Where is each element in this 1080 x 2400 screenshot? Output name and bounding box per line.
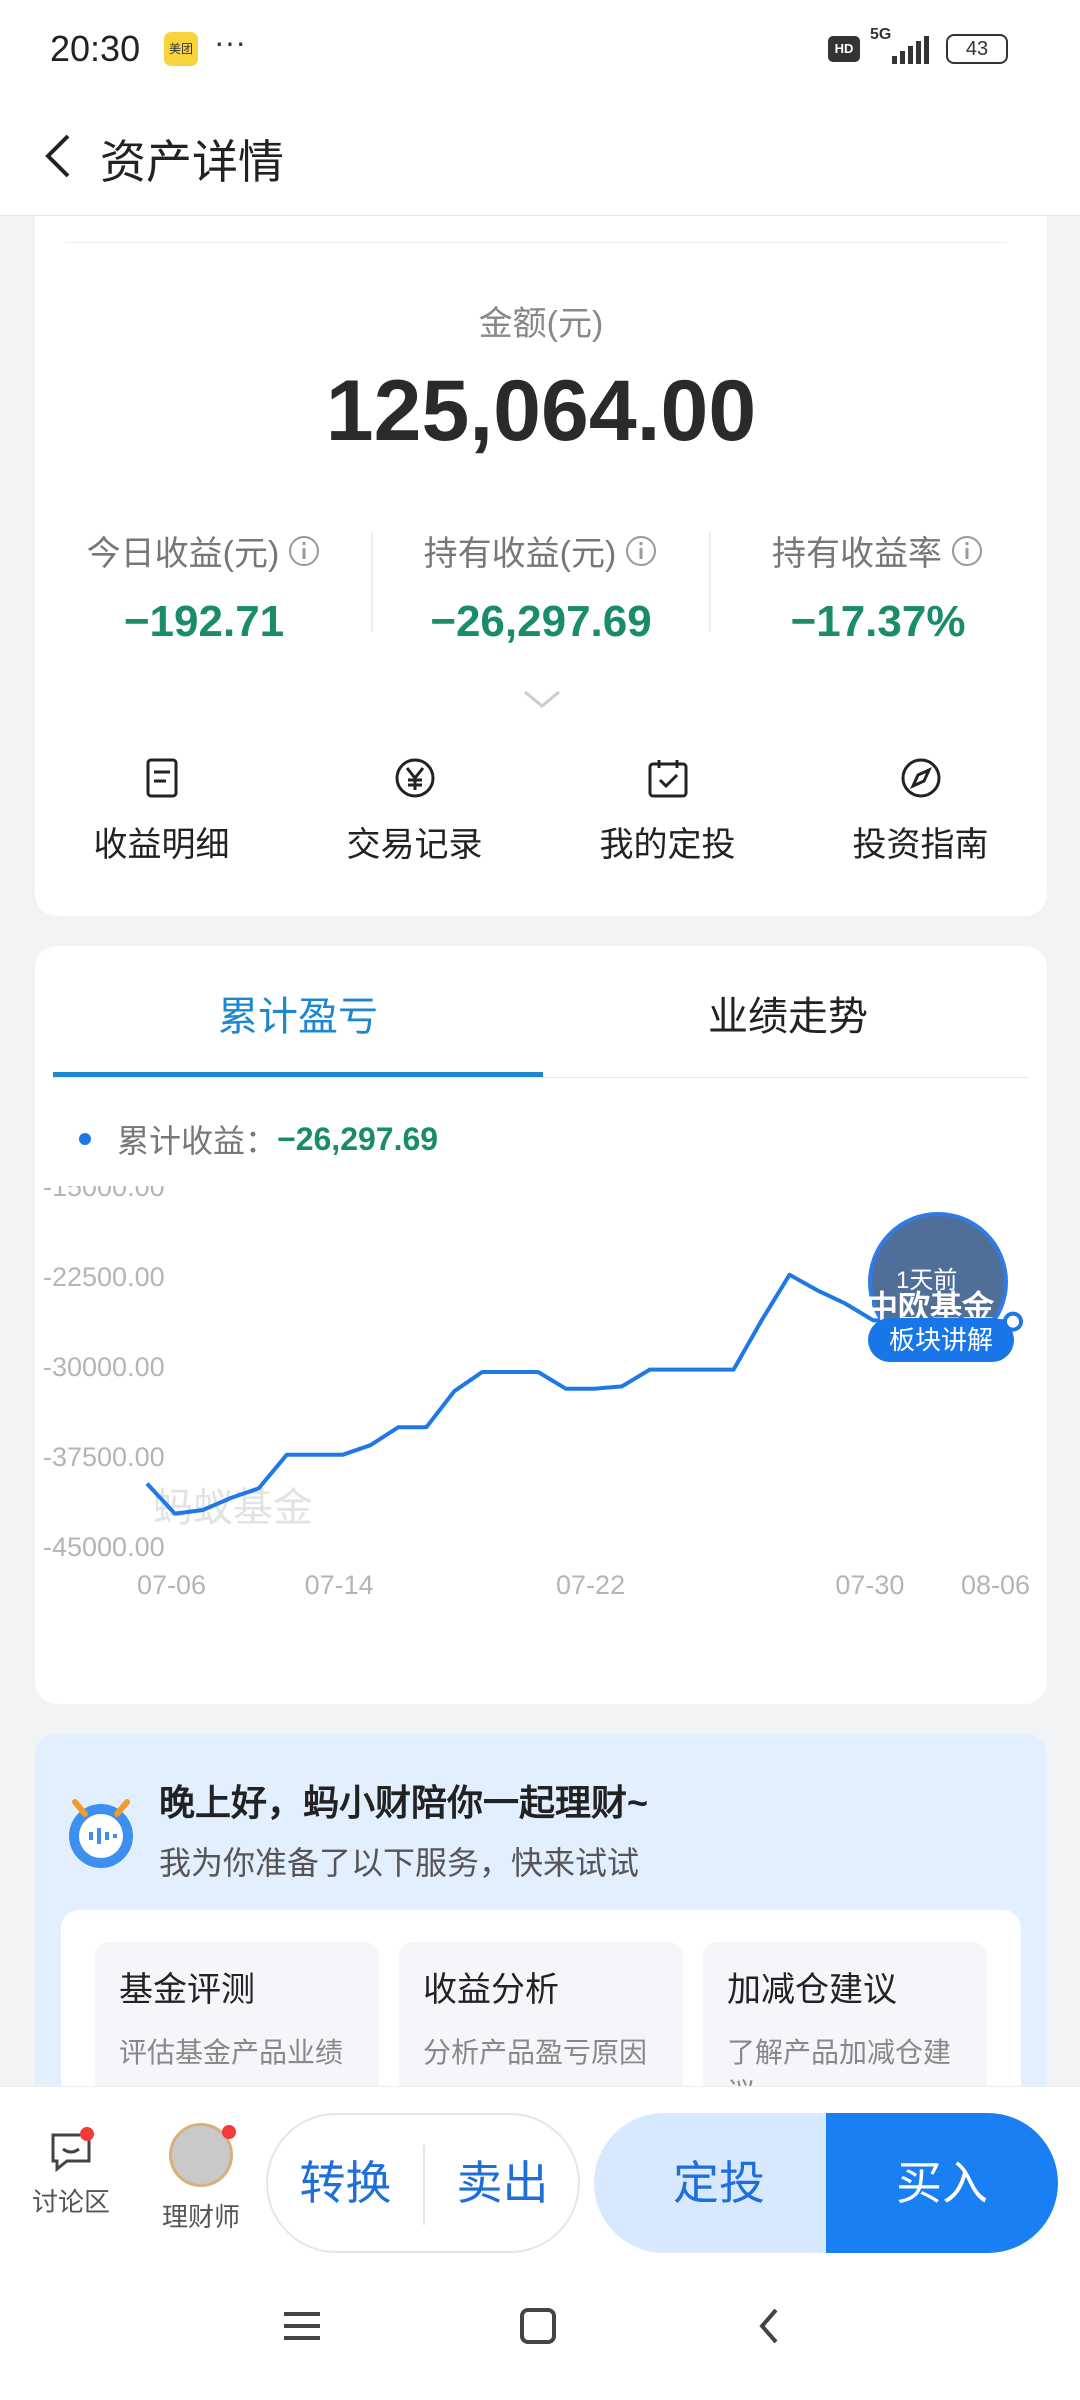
document-icon	[146, 758, 177, 798]
service-title: 基金评测	[119, 1971, 255, 2009]
signal-icon	[892, 36, 929, 64]
hd-icon: HD	[828, 36, 860, 62]
quick-action-profit-detail[interactable]: 收益明细	[35, 756, 288, 866]
divider	[65, 242, 1007, 243]
battery-icon: 43	[946, 34, 1008, 64]
meituan-notification-icon: 美团	[164, 32, 198, 66]
quick-action-label: 收益明细	[93, 826, 230, 864]
auto-invest-button[interactable]: 定投	[594, 2113, 844, 2253]
notification-dot	[222, 2125, 236, 2139]
sell-button[interactable]: 卖出	[425, 2115, 580, 2251]
assistant-bot-icon[interactable]	[61, 1792, 141, 1872]
legend-value: −26,297.69	[277, 1120, 439, 1157]
sector-explain-badge[interactable]: 1天前 中欧基金 板块讲解	[826, 1204, 1016, 1384]
info-icon[interactable]	[287, 534, 321, 568]
amount-value: 125,064.00	[325, 363, 757, 459]
y-tick-label: -37500.00	[43, 1442, 165, 1472]
x-tick-label: 08-06	[961, 1570, 1030, 1600]
quick-action-label: 我的定投	[599, 826, 736, 864]
yen-icon	[395, 758, 434, 798]
quick-action-label: 投资指南	[852, 826, 989, 864]
advisor-label: 理财师	[161, 2202, 240, 2232]
service-title: 加减仓建议	[727, 1971, 897, 2009]
assistant-greeting: 晚上好，蚂小财陪你一起理财~	[159, 1782, 649, 1823]
advisor-button[interactable]: 理财师	[146, 2123, 256, 2234]
stat-today-profit[interactable]: 今日收益(元) −192.71	[35, 526, 373, 647]
stat-label: 今日收益(元)	[86, 535, 280, 573]
stat-value: −192.71	[123, 597, 285, 646]
service-desc: 评估基金产品业绩	[119, 2037, 344, 2068]
y-tick-label: -15000.00	[43, 1186, 165, 1202]
tab-performance-trend[interactable]: 业绩走势	[543, 984, 1033, 1042]
quick-action-invest-guide[interactable]: 投资指南	[794, 756, 1047, 866]
back-icon[interactable]	[746, 2302, 794, 2350]
status-time: 20:30	[50, 28, 141, 69]
assistant-card: 晚上好，蚂小财陪你一起理财~ 我为你准备了以下服务，快来试试 基金评测 评估基金…	[35, 1734, 1047, 2134]
discussion-button[interactable]: 讨论区	[16, 2127, 126, 2219]
stat-value: −26,297.69	[430, 597, 652, 646]
tab-divider	[53, 1077, 1029, 1078]
status-bar: 20:30 美团 ··· HD 5G 43	[0, 0, 1080, 96]
notification-dot	[80, 2127, 94, 2141]
convert-button[interactable]: 转换	[268, 2115, 423, 2251]
quick-action-label: 交易记录	[346, 826, 483, 864]
info-icon[interactable]	[624, 534, 658, 568]
x-tick-label: 07-30	[835, 1570, 904, 1600]
stat-label: 持有收益率	[772, 535, 942, 573]
stat-holding-rate[interactable]: 持有收益率 −17.37%	[709, 526, 1047, 647]
chevron-down-icon[interactable]	[521, 688, 563, 712]
nav-bar: 资产详情	[0, 96, 1080, 216]
system-nav-bar	[0, 2256, 1080, 2400]
tab-cumulative-profit[interactable]: 累计盈亏	[53, 984, 543, 1042]
legend-dot	[79, 1133, 91, 1145]
compass-icon	[901, 758, 940, 798]
quick-action-trade-record[interactable]: 交易记录	[288, 756, 541, 866]
calendar-check-icon	[648, 760, 687, 798]
stat-value: −17.37%	[790, 597, 966, 646]
x-tick-label: 07-06	[137, 1570, 206, 1600]
legend-label: 累计收益：	[117, 1123, 278, 1159]
service-desc: 分析产品盈亏原因	[423, 2037, 648, 2068]
y-tick-label: -45000.00	[43, 1532, 165, 1562]
x-tick-label: 07-22	[556, 1570, 625, 1600]
more-notifications-icon: ···	[214, 24, 246, 60]
y-tick-label: -22500.00	[43, 1262, 165, 1292]
x-tick-label: 07-14	[305, 1570, 374, 1600]
network-type: 5G	[870, 26, 892, 43]
amount-label: 金额(元)	[478, 305, 604, 343]
stat-label: 持有收益(元)	[423, 535, 617, 573]
buy-button[interactable]: 买入	[826, 2113, 1058, 2253]
stat-holding-profit[interactable]: 持有收益(元) −26,297.69	[372, 526, 710, 647]
home-icon[interactable]	[514, 2302, 562, 2350]
discussion-label: 讨论区	[31, 2187, 110, 2217]
back-arrow-icon[interactable]	[30, 126, 90, 186]
page-title: 资产详情	[100, 136, 284, 188]
tab-active-indicator	[53, 1072, 543, 1077]
info-icon[interactable]	[950, 534, 984, 568]
bottom-action-bar: 讨论区 理财师 转换 卖出 定投 买入	[0, 2086, 1080, 2256]
menu-icon[interactable]	[278, 2302, 326, 2350]
chart-watermark: 蚂蚁基金	[153, 1486, 313, 1530]
badge-action: 板块讲解	[868, 1318, 1014, 1362]
asset-summary-card: 金额(元) 125,064.00 今日收益(元) −192.71 持有收益(元)…	[35, 216, 1047, 916]
y-tick-label: -30000.00	[43, 1352, 165, 1382]
chart-legend: 累计收益： −26,297.69	[79, 1116, 438, 1162]
convert-sell-group: 转换 卖出	[266, 2113, 580, 2253]
quick-action-auto-invest[interactable]: 我的定投	[541, 756, 794, 866]
service-title: 收益分析	[423, 1971, 559, 2009]
assistant-subtitle: 我为你准备了以下服务，快来试试	[159, 1845, 640, 1881]
